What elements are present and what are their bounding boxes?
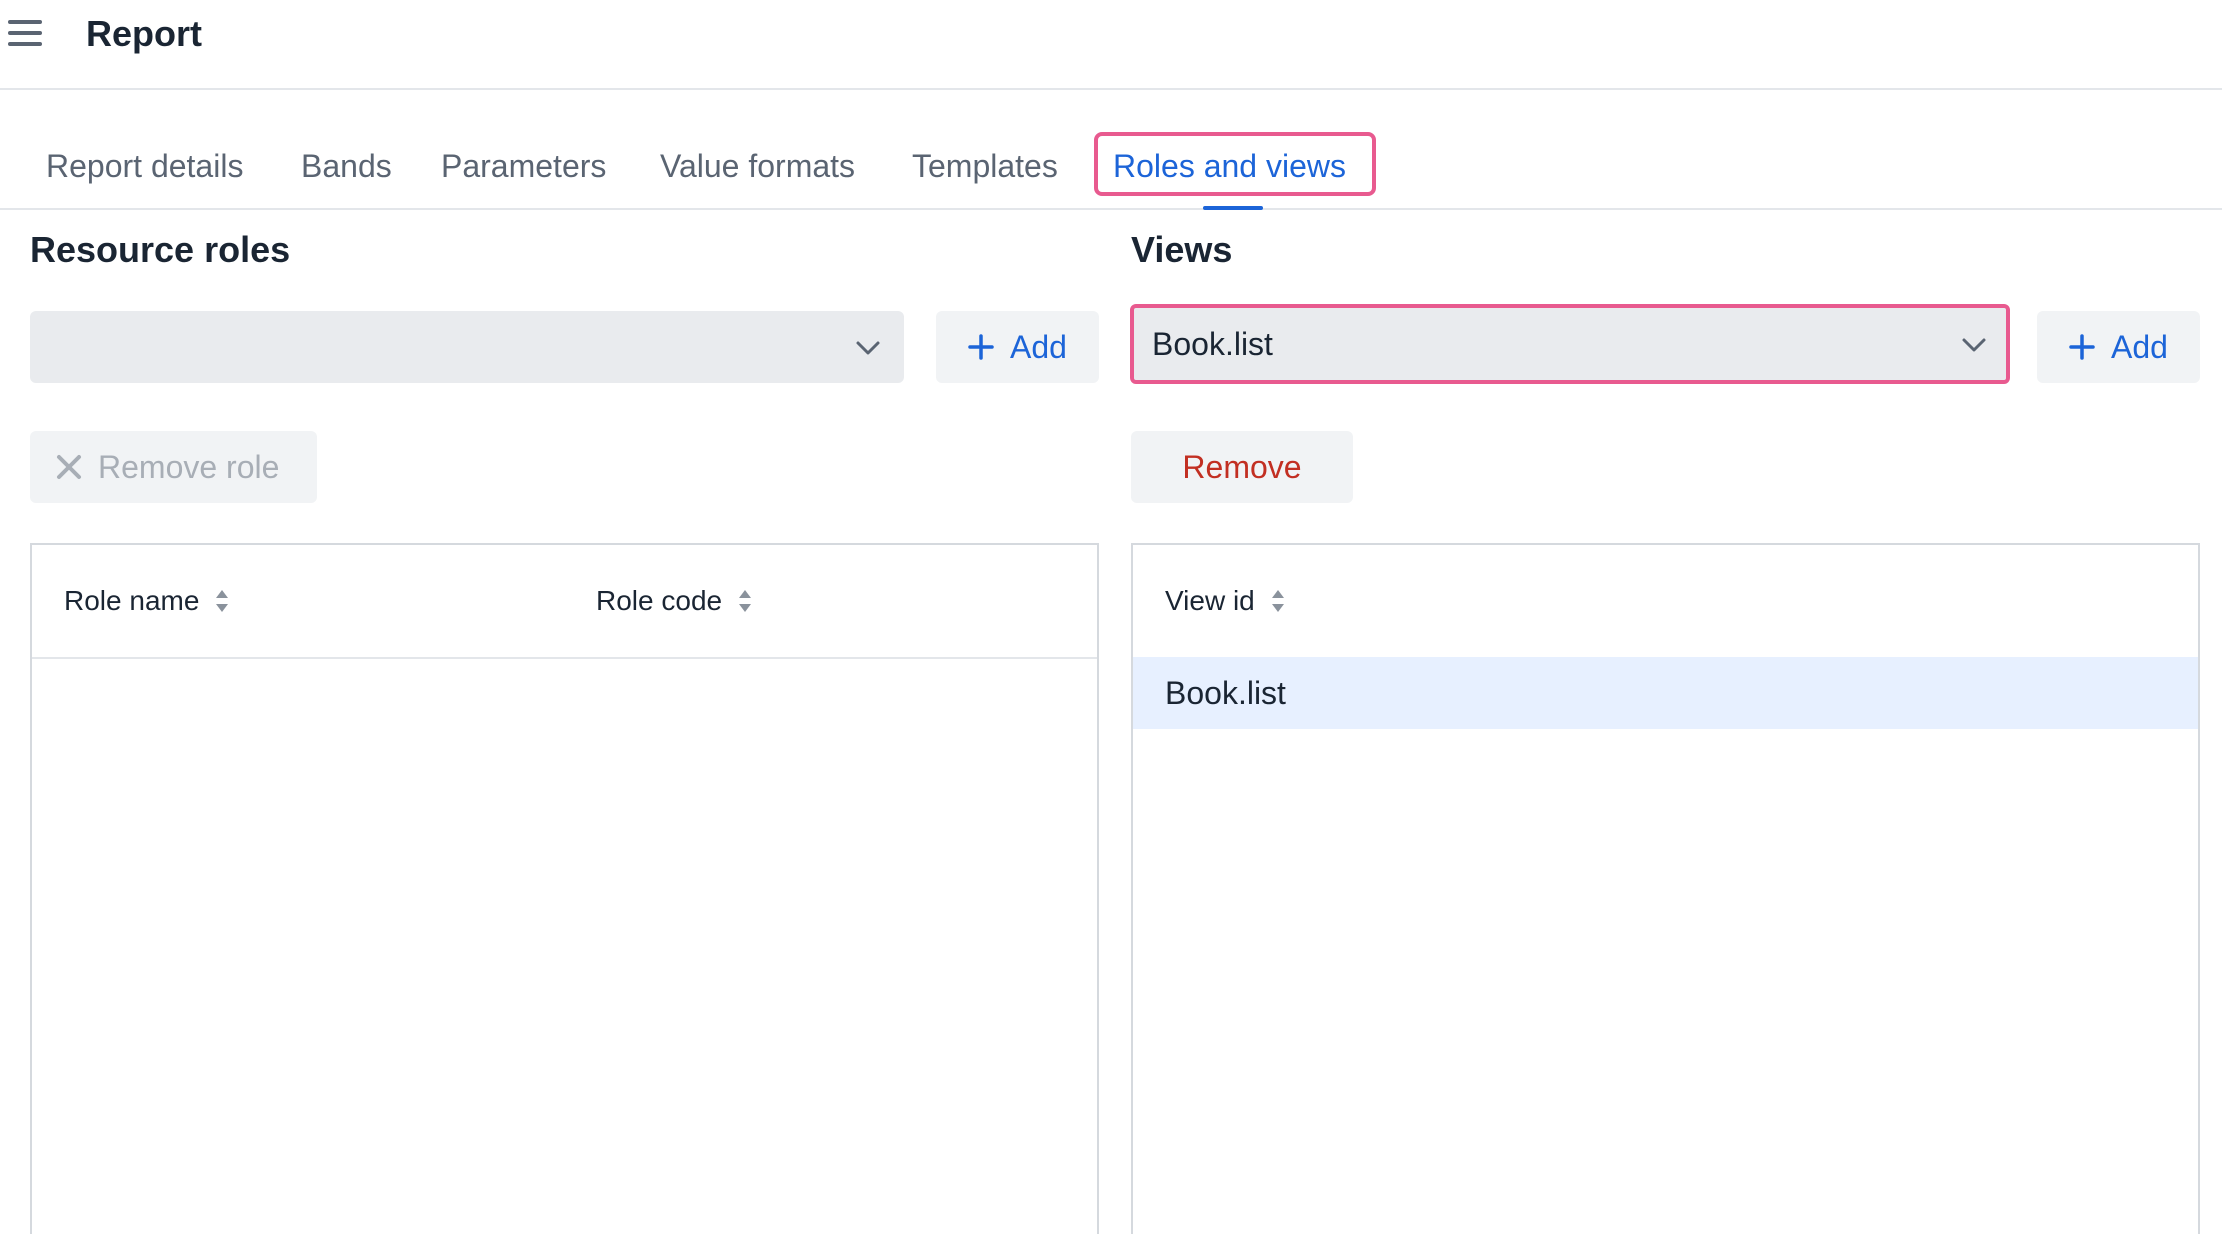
column-header-role-code[interactable]: Role code <box>596 545 752 657</box>
column-header-view-id[interactable]: View id <box>1165 545 1285 657</box>
table-row[interactable]: Book.list <box>1133 657 2198 729</box>
page-title: Report <box>86 13 202 54</box>
add-role-label: Add <box>1010 328 1067 365</box>
tabs-divider <box>0 208 2222 210</box>
active-tab-indicator <box>1203 206 1263 210</box>
tab-value-formats[interactable]: Value formats <box>660 141 855 191</box>
tab-roles-and-views[interactable]: Roles and views <box>1113 141 1346 191</box>
plus-icon <box>2069 334 2095 360</box>
role-code-header-label: Role code <box>596 585 723 616</box>
sort-icon <box>216 590 229 612</box>
close-icon <box>57 455 81 479</box>
view-select-value: Book.list <box>1152 326 1273 362</box>
tab-bands[interactable]: Bands <box>301 141 392 191</box>
view-select[interactable]: Book.list <box>1130 304 2010 384</box>
header-divider <box>0 88 2222 90</box>
chevron-down-icon <box>856 341 880 355</box>
plus-icon <box>968 334 994 360</box>
view-id-cell: Book.list <box>1165 675 1286 711</box>
remove-view-label: Remove <box>1182 448 1302 485</box>
add-role-button[interactable]: Add <box>936 311 1099 383</box>
tab-report-details[interactable]: Report details <box>46 141 243 191</box>
add-view-label: Add <box>2111 328 2168 365</box>
role-name-header-label: Role name <box>64 585 200 616</box>
roles-table-header: Role name Role code <box>32 545 1097 659</box>
column-header-role-name[interactable]: Role name <box>64 545 229 657</box>
views-title: Views <box>1131 229 1233 270</box>
hamburger-menu-icon[interactable] <box>8 20 42 46</box>
remove-role-label: Remove role <box>98 448 280 485</box>
views-table-header: View id <box>1133 545 2198 659</box>
resource-role-select[interactable] <box>30 311 904 383</box>
resource-roles-title: Resource roles <box>30 229 291 270</box>
chevron-down-icon <box>1962 338 1986 352</box>
remove-role-button[interactable]: Remove role <box>30 431 317 503</box>
tab-parameters[interactable]: Parameters <box>441 141 606 191</box>
sort-icon <box>1271 590 1284 612</box>
tab-templates[interactable]: Templates <box>912 141 1058 191</box>
sort-icon <box>739 590 752 612</box>
add-view-button[interactable]: Add <box>2037 311 2200 383</box>
roles-table: Role name Role code <box>30 543 1099 1234</box>
view-id-header-label: View id <box>1165 585 1255 616</box>
remove-view-button[interactable]: Remove <box>1131 431 1353 503</box>
views-table: View id Book.list <box>1131 543 2200 1234</box>
